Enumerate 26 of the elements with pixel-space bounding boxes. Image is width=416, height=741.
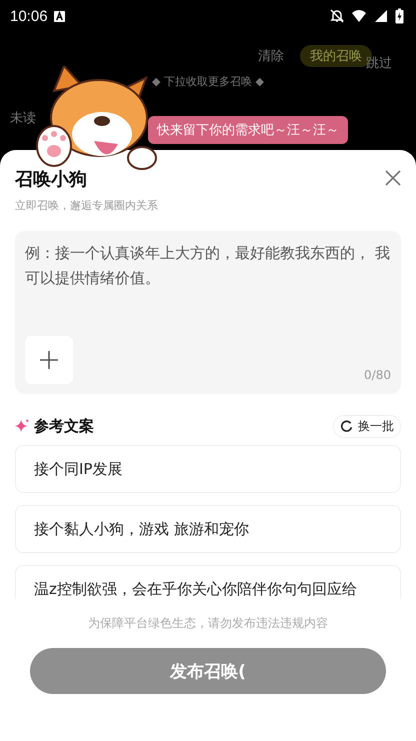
suggestion-item[interactable]: 接个黏人小狗，游戏 旅游和宠你 [15,505,401,553]
refresh-button[interactable]: 换一批 [333,414,401,438]
section-title: 参考文案 [34,416,94,436]
request-input-field[interactable]: 例：接一个认真谈年上大方的，最好能教我东西的， 我可以提供情绪价值。 [25,241,391,336]
add-image-button[interactable] [25,336,73,384]
pull-hint: ◆ 下拉收取更多召唤 ◆ [152,74,264,89]
plus-icon [40,351,58,369]
suggestion-item[interactable]: 温z控制欲强，会在乎你关心你陪伴你句句回应给 [15,565,401,599]
suggestion-item[interactable]: 接个同IP发展 [15,445,401,493]
notice-text: 为保障平台绿色生态，请勿发布违法违规内容 [87,615,329,632]
sheet-title: 召唤小狗 [15,168,87,191]
muted-bell-icon [329,8,345,24]
signal-icon [373,8,389,24]
clear-button[interactable]: 清除 [258,47,284,65]
char-counter: 0/80 [364,368,391,382]
speech-bubble: 快来留下你的需求吧～汪～汪～ [148,116,348,144]
wifi-icon [351,8,367,24]
notification-icon [54,10,65,22]
refresh-icon [340,420,353,432]
status-time: 10:06 [10,8,48,24]
unread-label: 未读 [10,111,36,126]
battery-icon [395,8,404,24]
sparkle-icon [15,419,29,433]
close-icon[interactable] [385,170,401,186]
request-field[interactable]: 例：接一个认真谈年上大方的，最好能教我东西的， 我可以提供情绪价值。 0/80 [15,231,401,394]
sheet-subtitle: 立即召唤，邂逅专属圈内关系 [15,198,159,213]
